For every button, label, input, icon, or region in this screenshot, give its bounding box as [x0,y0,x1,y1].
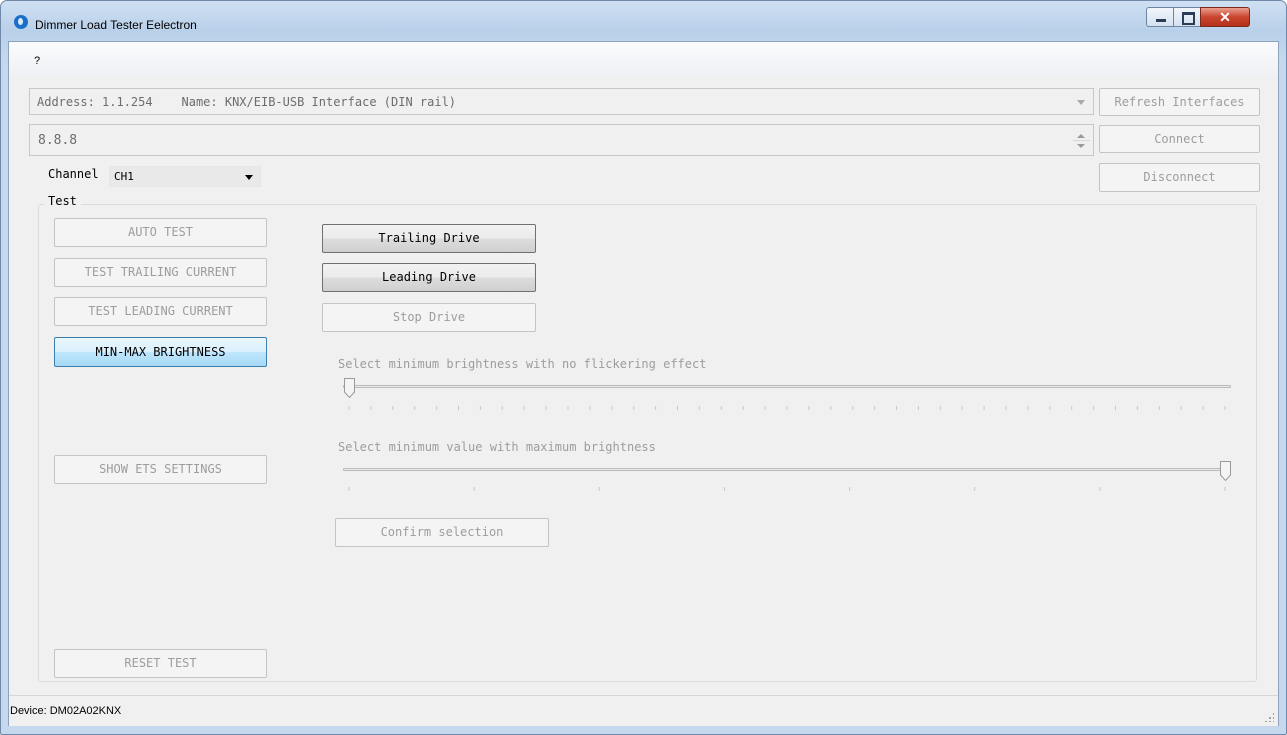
max-brightness-slider-label: Select minimum value with maximum bright… [338,440,656,454]
refresh-interfaces-button[interactable]: Refresh Interfaces [1099,88,1260,116]
title-bar[interactable]: Dimmer Load Tester Eelectron ✕ [1,1,1286,41]
chevron-down-icon [1077,100,1085,105]
confirm-selection-button[interactable]: Confirm selection [335,518,549,547]
minimize-button[interactable] [1146,7,1174,27]
reset-test-button[interactable]: RESET TEST [54,649,267,678]
interface-select-value: Address: 1.1.254 Name: KNX/EIB-USB Inter… [37,95,457,109]
device-address-value: 8.8.8 [38,133,78,148]
menu-bar: ? [9,42,1278,78]
auto-test-button[interactable]: AUTO TEST [54,218,267,247]
slider-ticks [348,487,1226,491]
device-address-stepper[interactable]: 8.8.8 [29,124,1094,156]
connect-button[interactable]: Connect [1099,125,1260,153]
test-group-label: Test [44,194,81,208]
min-brightness-slider-label: Select minimum brightness with no flicke… [338,357,707,371]
min-brightness-slider[interactable] [339,378,1231,412]
slider-track [343,385,1231,388]
minimize-icon [1156,19,1166,22]
stop-drive-button[interactable]: Stop Drive [322,303,536,332]
resize-grip-icon[interactable] [1264,712,1274,722]
slider-ticks [348,406,1226,410]
close-button[interactable]: ✕ [1200,7,1250,27]
client-area: ? Address: 1.1.254 Name: KNX/EIB-USB Int… [8,41,1279,726]
app-logo-icon [14,15,28,29]
channel-label: Channel [48,167,99,181]
min-max-brightness-button[interactable]: MIN-MAX BRIGHTNESS [54,337,267,367]
close-icon: ✕ [1219,9,1231,25]
show-ets-settings-button[interactable]: SHOW ETS SETTINGS [54,455,267,484]
max-brightness-slider[interactable] [339,461,1231,495]
window-title: Dimmer Load Tester Eelectron [35,18,197,32]
trailing-drive-button[interactable]: Trailing Drive [322,224,536,253]
status-bar: Device: DM02A02KNX [9,695,1278,726]
channel-select-value: CH1 [114,170,134,183]
maximize-icon [1182,12,1195,25]
leading-drive-button[interactable]: Leading Drive [322,263,536,292]
app-window: Dimmer Load Tester Eelectron ✕ ? Address… [0,0,1287,735]
spin-down-icon[interactable] [1077,144,1085,148]
maximize-button[interactable] [1173,7,1201,27]
slider-track [343,468,1223,471]
channel-select[interactable]: CH1 [109,166,261,187]
status-device: Device: DM02A02KNX [10,705,122,717]
test-leading-current-button[interactable]: TEST LEADING CURRENT [54,297,267,326]
interface-select[interactable]: Address: 1.1.254 Name: KNX/EIB-USB Inter… [29,88,1094,115]
chevron-down-icon [245,175,253,180]
slider-thumb[interactable] [344,378,355,398]
slider-thumb[interactable] [1220,461,1231,481]
test-trailing-current-button[interactable]: TEST TRAILING CURRENT [54,258,267,287]
spin-up-icon[interactable] [1077,134,1085,138]
menu-item-help[interactable]: ? [34,55,40,67]
spin-divider [1073,140,1090,141]
disconnect-button[interactable]: Disconnect [1099,163,1260,192]
